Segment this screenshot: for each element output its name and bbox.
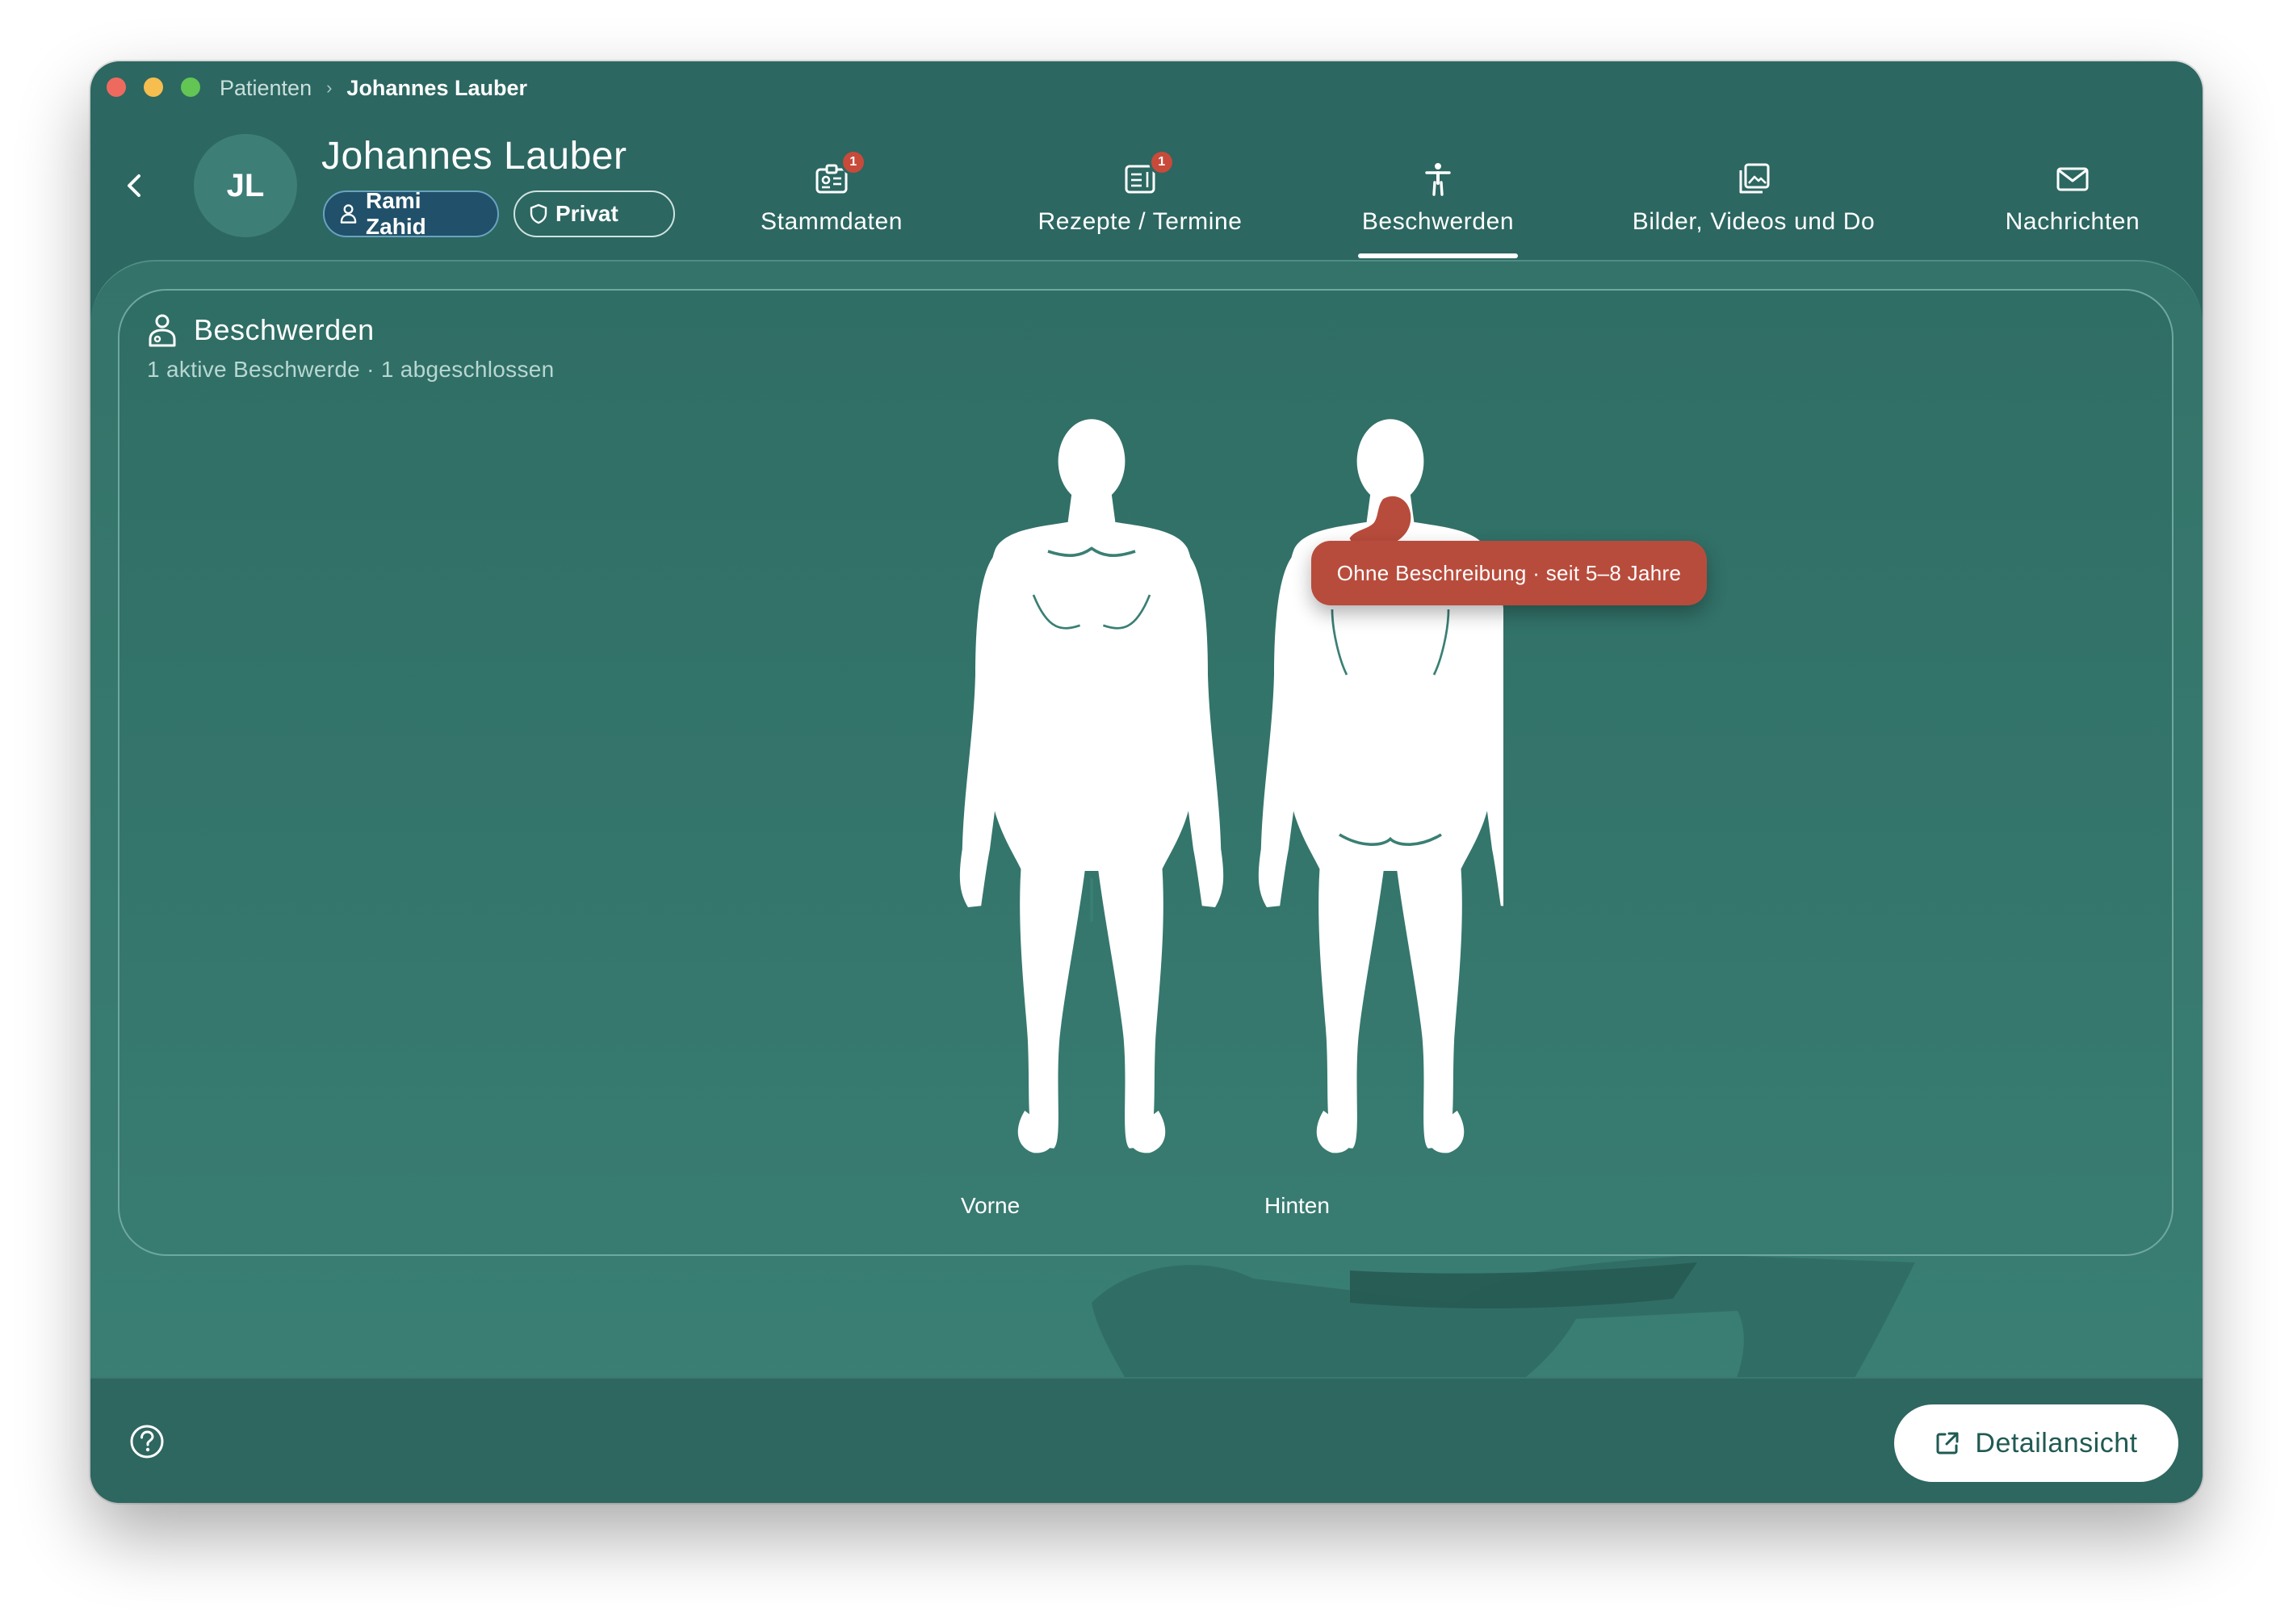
tab-label: Bilder, Videos und Do [1632, 208, 1876, 235]
external-link-icon [1936, 1432, 1959, 1454]
card-title: Beschwerden [194, 313, 375, 346]
avatar: JL [194, 134, 297, 237]
back-body-figure[interactable] [1258, 419, 1503, 1153]
breadcrumb-parent[interactable]: Patienten [220, 74, 312, 102]
back-label: Hinten [1264, 1193, 1330, 1218]
shield-icon [530, 203, 547, 224]
gallery-icon [1733, 158, 1775, 200]
insurance-chip[interactable]: Privat [514, 190, 675, 237]
tab-label: Rezepte / Termine [1038, 208, 1243, 235]
zoom-window-button[interactable] [181, 77, 200, 97]
body-map[interactable] [857, 413, 1503, 1253]
person-standing-icon [1417, 158, 1459, 200]
notification-badge: 1 [843, 152, 864, 173]
minimize-window-button[interactable] [144, 77, 163, 97]
doctor-name: Rami Zahid [366, 188, 426, 239]
prescription-icon: 1 [1119, 152, 1172, 200]
complaint-tooltip[interactable]: Ohne Beschreibung · seit 5–8 Jahre [1311, 541, 1707, 605]
active-tab-indicator [1358, 253, 1518, 258]
card-subtitle: 1 aktive Beschwerde · 1 abgeschlossen [147, 357, 555, 382]
insurance-label: Privat [555, 201, 618, 226]
tab-label: Stammdaten [760, 208, 903, 235]
mail-icon [2052, 158, 2094, 200]
breadcrumb: Patienten › Johannes Lauber [220, 74, 527, 102]
patient-icon [149, 314, 176, 347]
back-button[interactable] [115, 166, 153, 205]
tab-label: Beschwerden [1361, 208, 1515, 235]
footer-bar: Detailansicht [90, 1377, 2203, 1503]
patient-name: Johannes Lauber [321, 135, 627, 178]
detail-view-button[interactable]: Detailansicht [1894, 1404, 2178, 1482]
id-card-icon: 1 [811, 152, 864, 200]
breadcrumb-current: Johannes Lauber [346, 76, 527, 100]
breadcrumb-separator: › [326, 77, 333, 98]
close-window-button[interactable] [107, 77, 126, 97]
question-circle-icon[interactable] [129, 1424, 165, 1459]
doctor-chip[interactable]: Rami Zahid [323, 188, 499, 239]
chevron-left-icon [128, 174, 140, 197]
front-label: Vorne [961, 1193, 1021, 1218]
tab-label: Nachrichten [2005, 208, 2140, 235]
detail-view-label: Detailansicht [1975, 1427, 2138, 1459]
front-body-figure[interactable] [959, 419, 1224, 1153]
doctor-icon [340, 204, 357, 224]
notification-badge: 1 [1151, 152, 1172, 173]
app-window: Patienten › Johannes Lauber JL Johannes … [90, 61, 2203, 1503]
